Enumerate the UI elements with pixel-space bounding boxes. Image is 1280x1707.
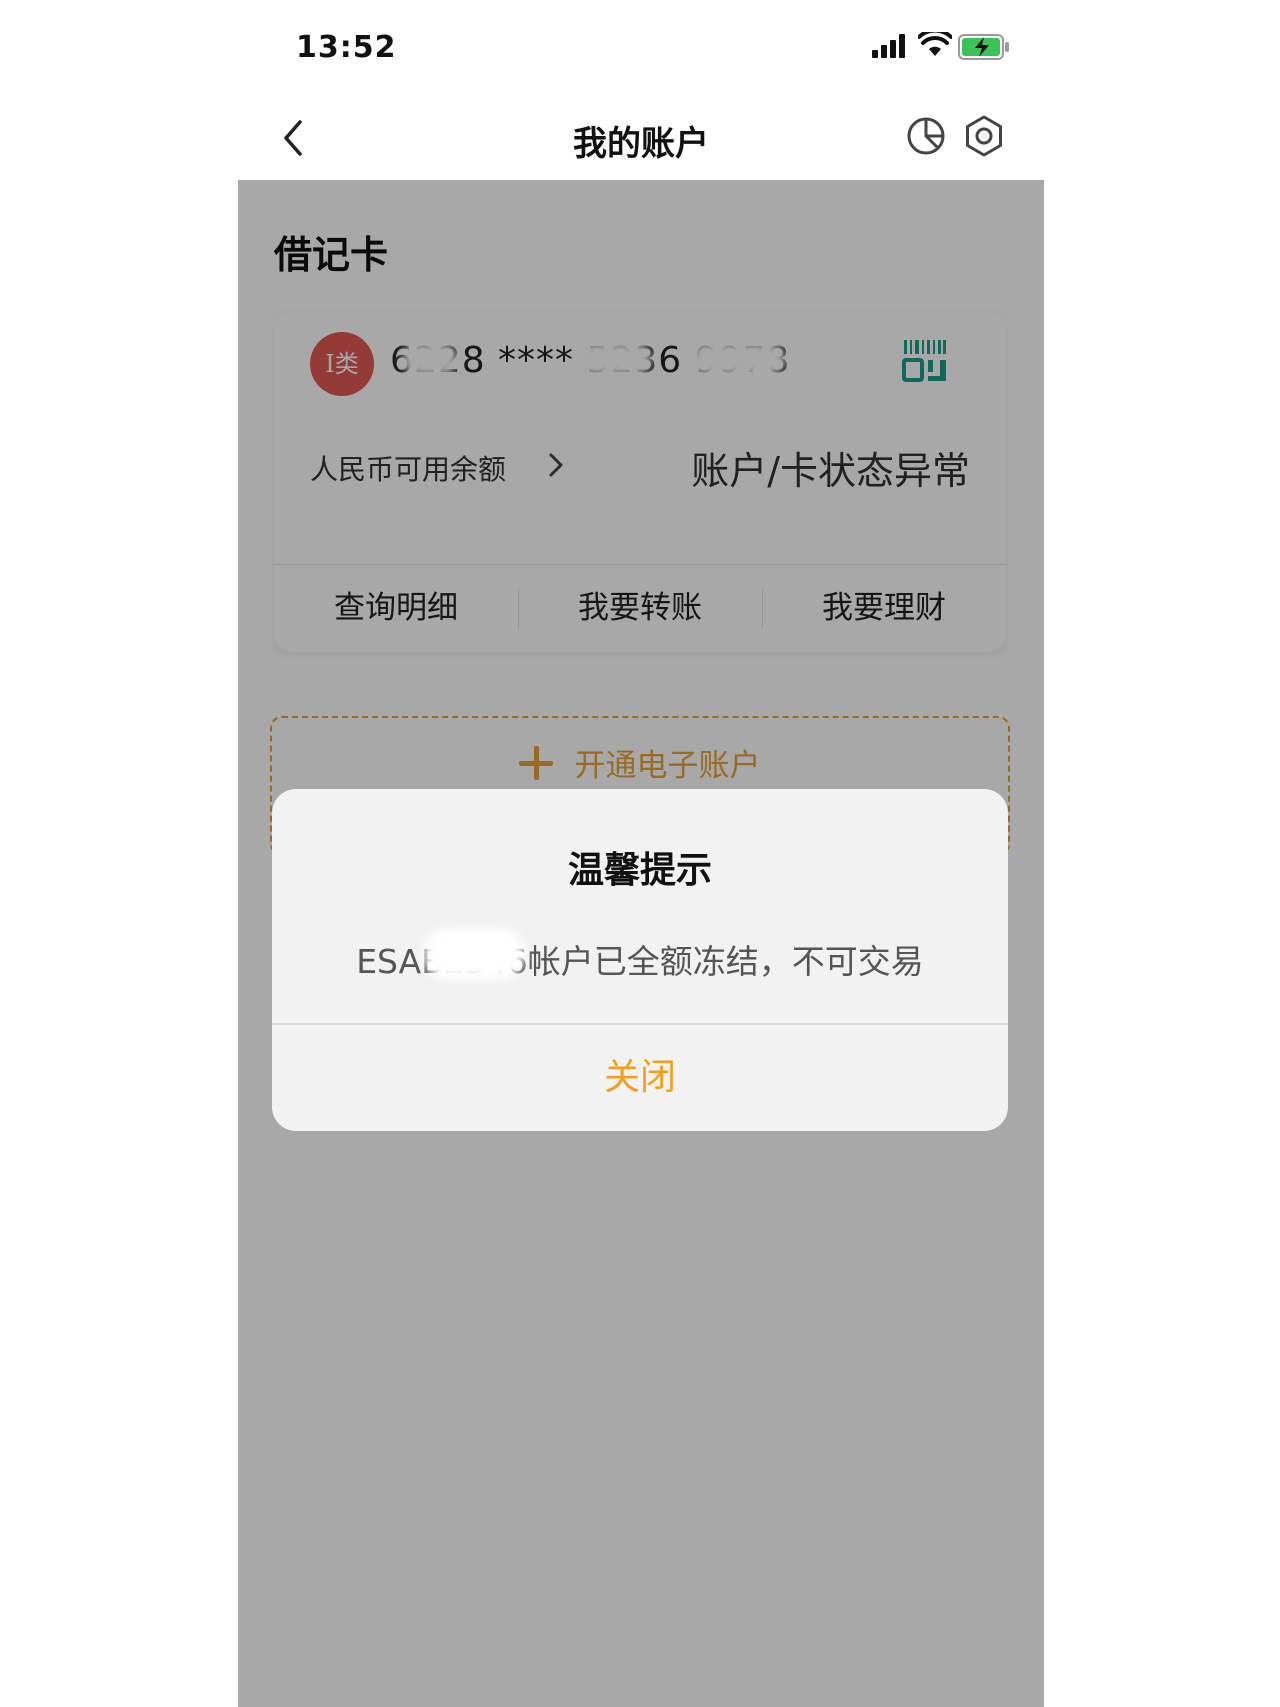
dialog-title: 温馨提示 [567,850,712,891]
battery-charging-icon [958,34,1010,64]
signal-icon [872,34,910,62]
wifi-icon [917,28,953,62]
privacy-blur [424,929,524,979]
status-bar: 13:52 [238,0,1044,96]
gear-icon[interactable] [962,114,1006,158]
chart-icon[interactable] [904,114,948,158]
nav-bar: 我的账户 [238,96,1044,180]
status-time: 13:52 [296,30,397,65]
dialog-message: ESAB2346帐户已全额冻结，不可交易 [356,942,924,981]
close-button[interactable]: 关闭 [272,1025,1008,1131]
alert-dialog: 温馨提示 ESAB2346帐户已全额冻结，不可交易 关闭 [272,789,1008,1131]
